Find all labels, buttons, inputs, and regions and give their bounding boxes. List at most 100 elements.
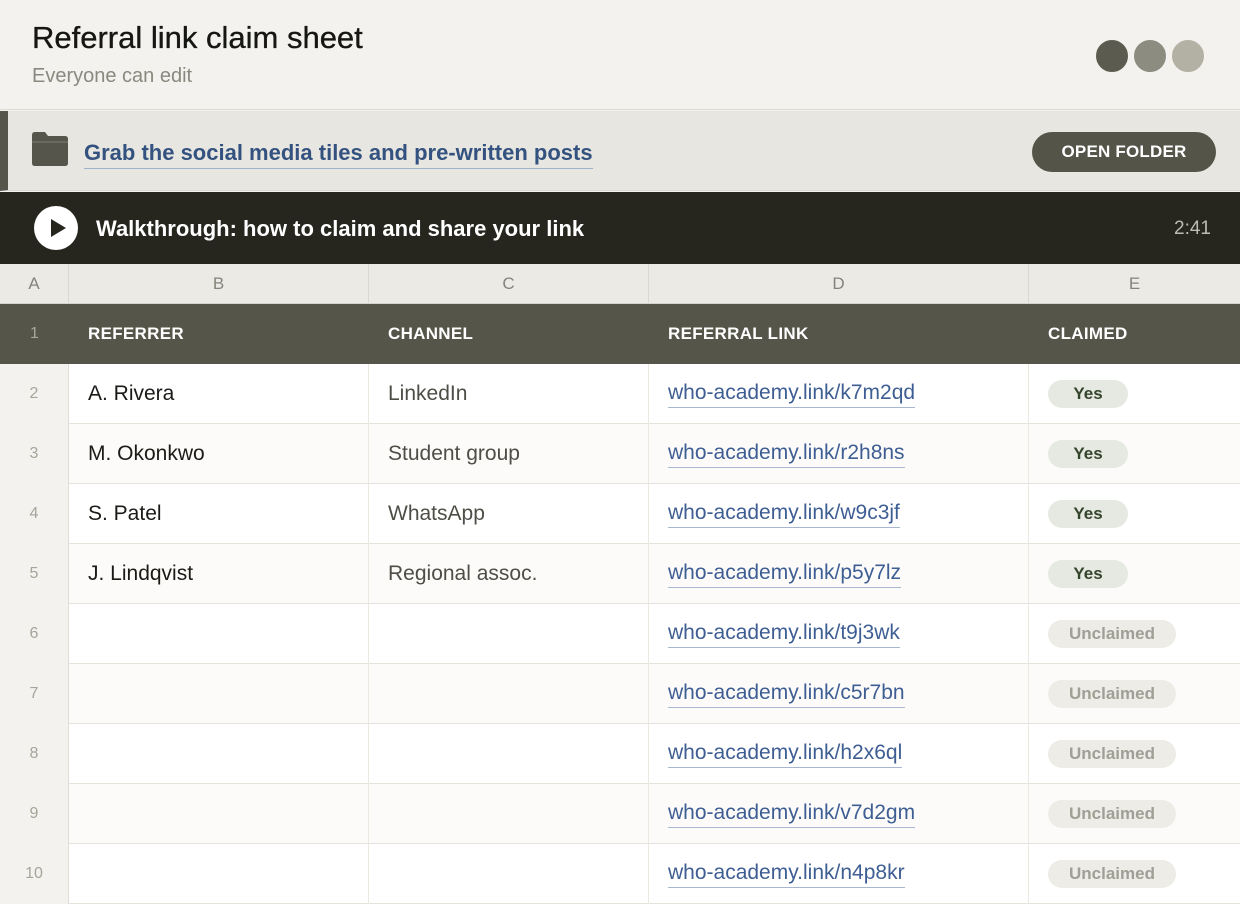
referrer-cell[interactable] [69, 664, 369, 724]
row-number: 1 [30, 325, 39, 342]
row-number: 10 [0, 844, 69, 904]
claimed-badge: Yes [1048, 380, 1128, 408]
sheet-header: Referral link claim sheet Everyone can e… [0, 0, 1240, 110]
referrer-cell[interactable] [69, 724, 369, 784]
claimed-badge: Yes [1048, 440, 1128, 468]
claimed-cell[interactable]: Yes [1029, 544, 1240, 604]
channel-cell[interactable] [369, 784, 649, 844]
table-header-row: 1 REFERRER CHANNEL REFERRAL LINK CLAIMED [0, 304, 1240, 364]
column-letter-b[interactable]: B [69, 264, 369, 304]
video-duration: 2:41 [1174, 218, 1211, 239]
referral-link[interactable]: who-academy.link/h2x6ql [668, 741, 903, 768]
claimed-badge: Yes [1048, 500, 1128, 528]
folder-icon [32, 132, 68, 166]
channel-cell[interactable] [369, 664, 649, 724]
avatar[interactable] [1132, 38, 1168, 74]
channel-cell[interactable]: WhatsApp [369, 484, 649, 544]
video-title: Walkthrough: how to claim and share your… [96, 216, 585, 241]
header-channel[interactable]: CHANNEL [388, 304, 648, 364]
table-row: 6 who-academy.link/t9j3wk Unclaimed [0, 604, 1240, 664]
sharing-status: Everyone can edit [32, 65, 193, 87]
row-number: 5 [0, 544, 69, 604]
table-row: 5 J. Lindqvist Regional assoc. who-acade… [0, 544, 1240, 604]
row-number: 7 [0, 664, 69, 724]
referrer-cell[interactable]: J. Lindqvist [69, 544, 369, 604]
referral-link-cell[interactable]: who-academy.link/c5r7bn [649, 664, 1029, 724]
referral-link[interactable]: who-academy.link/p5y7lz [668, 561, 902, 588]
referral-link-cell[interactable]: who-academy.link/h2x6ql [649, 724, 1029, 784]
avatar[interactable] [1170, 38, 1206, 74]
avatar[interactable] [1094, 38, 1130, 74]
play-icon [51, 219, 66, 237]
table-row: 7 who-academy.link/c5r7bn Unclaimed [0, 664, 1240, 724]
referrer-cell[interactable] [69, 844, 369, 904]
referrer-cell[interactable]: A. Rivera [69, 364, 369, 424]
referral-link-cell[interactable]: who-academy.link/w9c3jf [649, 484, 1029, 544]
referral-link-cell[interactable]: who-academy.link/v7d2gm [649, 784, 1029, 844]
referral-link-cell[interactable]: who-academy.link/r2h8ns [649, 424, 1029, 484]
row-number: 8 [0, 724, 69, 784]
column-letter-c[interactable]: C [369, 264, 649, 304]
open-folder-button[interactable]: OPEN FOLDER [1032, 132, 1216, 172]
column-letter-d[interactable]: D [649, 264, 1029, 304]
table-row: 10 who-academy.link/n4p8kr Unclaimed [0, 844, 1240, 904]
play-button[interactable] [34, 206, 78, 250]
referrer-cell[interactable]: S. Patel [69, 484, 369, 544]
referrer-cell[interactable]: M. Okonkwo [69, 424, 369, 484]
column-letter-e[interactable]: E [1029, 264, 1240, 304]
row-number: 2 [0, 364, 69, 424]
claimed-cell[interactable]: Yes [1029, 364, 1240, 424]
header-referrer[interactable]: REFERRER [88, 304, 368, 364]
claimed-cell[interactable]: Unclaimed [1029, 844, 1240, 904]
referral-link-cell[interactable]: who-academy.link/n4p8kr [649, 844, 1029, 904]
referral-link[interactable]: who-academy.link/v7d2gm [668, 801, 916, 828]
channel-cell[interactable]: LinkedIn [369, 364, 649, 424]
table-row: 8 who-academy.link/h2x6ql Unclaimed [0, 724, 1240, 784]
referral-link-cell[interactable]: who-academy.link/t9j3wk [649, 604, 1029, 664]
table-row: 9 who-academy.link/v7d2gm Unclaimed [0, 784, 1240, 844]
social-media-folder-link[interactable]: Grab the social media tiles and pre-writ… [84, 140, 593, 169]
unclaimed-badge: Unclaimed [1048, 800, 1176, 828]
row-number: 9 [0, 784, 69, 844]
table-row: 2 A. Rivera LinkedIn who-academy.link/k7… [0, 364, 1240, 424]
referral-link-cell[interactable]: who-academy.link/k7m2qd [649, 364, 1029, 424]
unclaimed-badge: Unclaimed [1048, 860, 1176, 888]
unclaimed-badge: Unclaimed [1048, 680, 1176, 708]
channel-cell[interactable]: Regional assoc. [369, 544, 649, 604]
row-number: 4 [0, 484, 69, 544]
claimed-cell[interactable]: Yes [1029, 424, 1240, 484]
claimed-cell[interactable]: Yes [1029, 484, 1240, 544]
claimed-cell[interactable]: Unclaimed [1029, 724, 1240, 784]
column-letter-bar: A B C D E [0, 264, 1240, 304]
column-letter-a[interactable]: A [0, 264, 69, 304]
referral-link[interactable]: who-academy.link/k7m2qd [668, 381, 916, 408]
table-row: 3 M. Okonkwo Student group who-academy.l… [0, 424, 1240, 484]
claimed-badge: Yes [1048, 560, 1128, 588]
referral-link[interactable]: who-academy.link/t9j3wk [668, 621, 900, 648]
referrer-cell[interactable] [69, 784, 369, 844]
referral-link[interactable]: who-academy.link/n4p8kr [668, 861, 905, 888]
claimed-cell[interactable]: Unclaimed [1029, 604, 1240, 664]
row-number: 3 [0, 424, 69, 484]
walkthrough-video-bar[interactable]: Walkthrough: how to claim and share your… [0, 192, 1240, 264]
row-number: 6 [0, 604, 69, 664]
header-referral-link[interactable]: REFERRAL LINK [668, 304, 1028, 364]
unclaimed-badge: Unclaimed [1048, 740, 1176, 768]
channel-cell[interactable] [369, 844, 649, 904]
referral-link[interactable]: who-academy.link/c5r7bn [668, 681, 905, 708]
channel-cell[interactable] [369, 724, 649, 784]
referral-link[interactable]: who-academy.link/w9c3jf [668, 501, 900, 528]
channel-cell[interactable]: Student group [369, 424, 649, 484]
referral-link-cell[interactable]: who-academy.link/p5y7lz [649, 544, 1029, 604]
claimed-cell[interactable]: Unclaimed [1029, 664, 1240, 724]
collaborator-avatars[interactable] [1094, 38, 1206, 74]
table-row: 4 S. Patel WhatsApp who-academy.link/w9c… [0, 484, 1240, 544]
referrer-cell[interactable] [69, 604, 369, 664]
claimed-cell[interactable]: Unclaimed [1029, 784, 1240, 844]
resource-banner: Grab the social media tiles and pre-writ… [0, 111, 1240, 191]
unclaimed-badge: Unclaimed [1048, 620, 1176, 648]
channel-cell[interactable] [369, 604, 649, 664]
referral-link[interactable]: who-academy.link/r2h8ns [668, 441, 905, 468]
header-claimed[interactable]: CLAIMED [1048, 304, 1238, 364]
page-title: Referral link claim sheet [32, 20, 363, 55]
